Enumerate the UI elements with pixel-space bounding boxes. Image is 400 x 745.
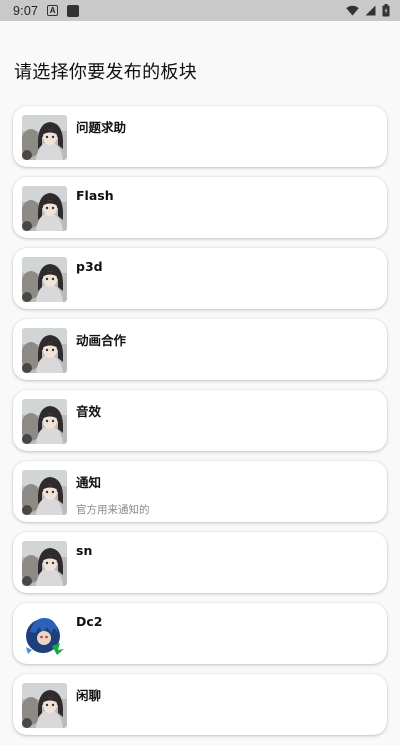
section-avatar <box>22 470 67 515</box>
section-avatar <box>22 186 67 231</box>
section-description: 官方用来通知的 <box>76 504 150 516</box>
section-avatar <box>22 541 67 586</box>
section-list: 问题求助 Flash p3d 动画合作 音效 通知 官方用来通知的 sn Dc2… <box>13 106 387 745</box>
section-card[interactable]: p3d <box>13 248 387 309</box>
signal-icon <box>365 5 376 16</box>
section-title: Dc2 <box>76 614 103 629</box>
section-text: 通知 官方用来通知的 <box>76 472 150 517</box>
section-text: 音效 <box>76 401 101 420</box>
section-avatar <box>22 399 67 444</box>
section-avatar <box>22 257 67 302</box>
section-title: Flash <box>76 188 114 203</box>
section-card[interactable]: 音效 <box>13 390 387 451</box>
section-card[interactable]: 通知 官方用来通知的 <box>13 461 387 522</box>
section-card[interactable]: 闲聊 <box>13 674 387 735</box>
section-text: Dc2 <box>76 614 102 629</box>
section-title: 问题求助 <box>76 120 127 135</box>
section-card[interactable]: Dc2 <box>13 603 387 664</box>
section-avatar <box>22 115 67 160</box>
page-title: 请选择你要发布的板块 <box>14 62 197 83</box>
status-bar: 9:07 A <box>0 0 400 21</box>
section-title: 音效 <box>76 404 102 419</box>
section-title: p3d <box>76 259 103 274</box>
section-avatar <box>22 683 67 728</box>
section-text: 动画合作 <box>76 330 126 349</box>
battery-icon <box>382 4 390 17</box>
section-title: 通知 <box>76 475 102 490</box>
section-card[interactable]: sn <box>13 532 387 593</box>
notification-square-icon <box>67 4 80 17</box>
status-time: 9:07 <box>13 3 39 18</box>
section-text: p3d <box>76 259 103 274</box>
section-text: 闲聊 <box>76 685 101 704</box>
section-avatar <box>22 328 67 373</box>
wifi-icon <box>346 5 359 16</box>
section-title: 动画合作 <box>76 333 127 348</box>
section-title: 闲聊 <box>76 688 102 703</box>
section-text: 问题求助 <box>76 117 126 136</box>
section-card[interactable]: Flash <box>13 177 387 238</box>
section-card[interactable]: 动画合作 <box>13 319 387 380</box>
section-title: sn <box>76 543 93 558</box>
section-text: Flash <box>76 188 114 203</box>
section-card[interactable]: 问题求助 <box>13 106 387 167</box>
section-text: sn <box>76 543 92 558</box>
blue-character-avatar <box>22 612 67 657</box>
notification-app-icon: A <box>47 5 59 16</box>
